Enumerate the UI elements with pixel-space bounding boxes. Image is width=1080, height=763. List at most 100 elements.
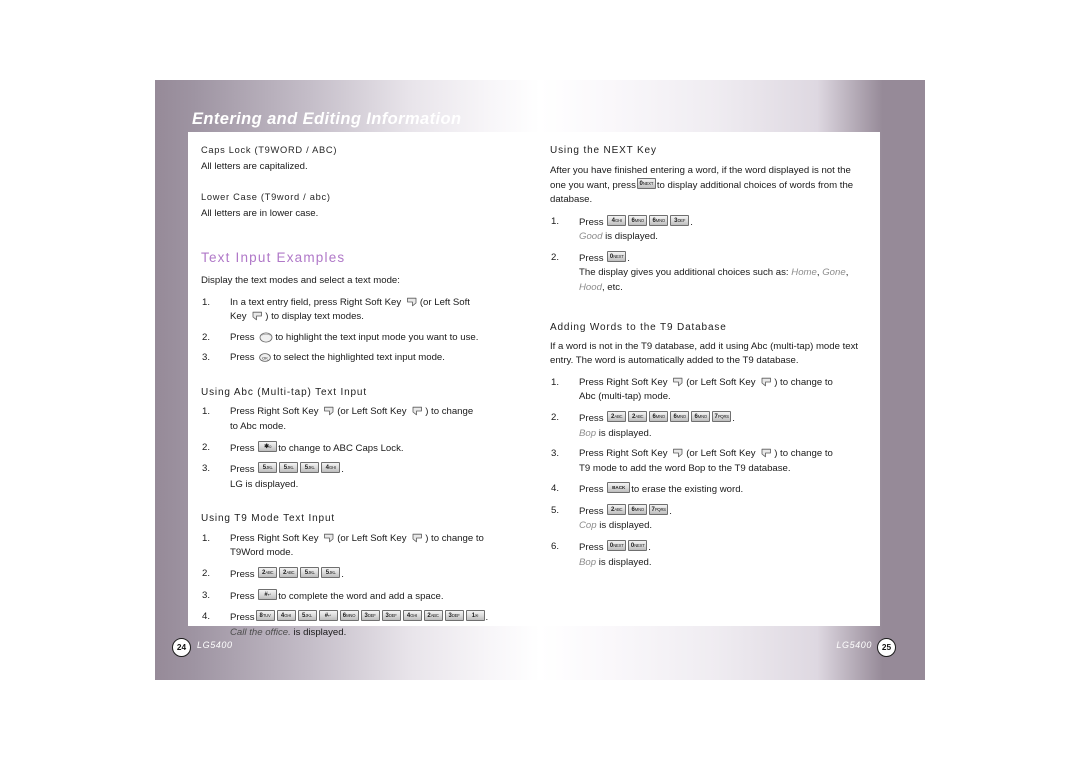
keycap-5: 5JKL <box>300 567 320 579</box>
page-canvas: Entering and Editing Information Caps Lo… <box>0 0 1080 763</box>
step-text: Press Right Soft Key <box>579 448 668 460</box>
result-tail: , etc. <box>601 281 623 293</box>
step-text: Press <box>230 569 255 581</box>
paragraph-line-3: database. <box>756 355 799 367</box>
step-number: 2. <box>551 412 560 423</box>
abc-multitap-heading: Using Abc (Multi-tap) Text Input <box>201 386 367 398</box>
result-rest: is displayed. <box>605 231 658 243</box>
step-result: Bop is displayed. <box>579 427 868 442</box>
left-soft-key-icon <box>251 311 263 321</box>
step-text: Press <box>230 442 255 454</box>
keycap-2: 2ABC <box>607 503 627 515</box>
manual-spread: Entering and Editing Information Caps Lo… <box>155 80 925 680</box>
list-item: 5. Press 2ABC 6MNO 7PQRS. Cop is displayed. <box>550 503 868 534</box>
step-text-3: ) to change to <box>425 532 484 544</box>
left-soft-key-icon <box>411 406 423 416</box>
keycap-6: 6MNO <box>691 411 711 422</box>
step-text-2: (or Left Soft Key <box>686 448 756 460</box>
navigation-key-icon <box>259 332 273 343</box>
step-text-3: ) to change to <box>774 448 833 460</box>
keycap-space: #↵ <box>258 588 278 600</box>
step-line-2: T9Word mode. <box>230 547 294 559</box>
step-number: 5. <box>551 504 560 516</box>
keycap-2: 2ABC <box>628 411 648 422</box>
step-number: 3. <box>202 463 211 475</box>
step-text: Press <box>579 413 604 424</box>
list-item: 1. Press Right Soft Key (or Left Soft Key… <box>550 376 868 405</box>
step-text: In a text entry field, press Right Soft … <box>230 296 402 308</box>
step-text: Press <box>579 484 604 496</box>
step-text-2: . <box>732 413 735 424</box>
keycap-0: 0NEXT <box>636 177 656 189</box>
step-text-2: . <box>627 252 630 264</box>
step-number: 3. <box>202 589 211 601</box>
result-word: Good <box>579 231 603 243</box>
t9-mode-heading: Using T9 Mode Text Input <box>201 513 335 525</box>
keycap-2: 2ABC <box>258 567 278 579</box>
right-soft-key-icon <box>672 377 684 387</box>
choice-word-2: Gone <box>822 267 846 279</box>
keycap-space: #↵ <box>318 610 338 622</box>
adding-words-steps: 1. Press Right Soft Key (or Left Soft Key… <box>550 376 868 570</box>
step-text: Press <box>230 331 255 343</box>
step-text-2: (or Left Soft Key <box>337 406 407 418</box>
step-text-3: ) to change to <box>774 376 833 388</box>
choice-word-3: Hood <box>579 281 602 293</box>
keycap-4: 4GHI <box>607 214 627 226</box>
keycap-5: 5JKL <box>300 462 320 474</box>
right-page-body: Using the NEXT Key After you have finish… <box>550 144 868 576</box>
step-text-2: (or Left Soft Key <box>686 376 756 388</box>
step-number: 1. <box>202 532 211 544</box>
right-soft-key-icon <box>672 448 684 458</box>
next-key-heading: Using the NEXT Key <box>550 145 657 156</box>
list-item: 3. Press Right Soft Key (or Left Soft Key… <box>550 447 868 476</box>
t9-mode-steps: 1. Press Right Soft Key (or Left Soft Key… <box>201 532 523 640</box>
list-item: 4. Press BACK to erase the existing word. <box>550 482 868 498</box>
step-number: 4. <box>551 483 560 495</box>
step-number: 1. <box>551 215 560 227</box>
choice-word-1: Home <box>791 267 817 279</box>
step-number: 1. <box>202 296 211 308</box>
next-key-steps: 1. Press 4GHI 6MNO 6MNO 3DEF. Good is displa… <box>550 214 868 296</box>
list-item: 1. Press Right Soft Key (or Left Soft Key… <box>201 405 523 434</box>
step-line-2: T9 mode to add the word Bop to the T9 da… <box>579 462 791 474</box>
page-number-badge: 24 <box>172 638 191 657</box>
step-number: 6. <box>551 541 560 553</box>
adding-words-heading: Adding Words to the T9 Database <box>550 321 727 333</box>
step-result: Cop is displayed. <box>579 519 868 534</box>
ok-key-icon: OK <box>259 353 272 363</box>
text-input-examples-heading: Text Input Examples <box>201 249 346 265</box>
step-text: Press <box>579 505 604 517</box>
keycap-2: 2ABC <box>279 567 299 579</box>
step-line-2: Key ) to display text modes. <box>230 310 523 325</box>
list-item: 2. Press 0NEXT. The display gives you add… <box>550 250 868 296</box>
keycap-back: BACK <box>607 482 631 494</box>
left-soft-key-icon <box>411 533 423 543</box>
keycap-7: 7PQRS <box>712 411 732 422</box>
list-item: 1. In a text entry field, press Right Sof… <box>201 296 523 325</box>
step-text: Press <box>230 464 255 476</box>
step-text-2: . <box>690 216 693 228</box>
left-page: Entering and Editing Information Caps Lo… <box>155 80 540 680</box>
page-number-badge: 25 <box>877 638 896 657</box>
result-word: Cop <box>579 520 597 532</box>
adding-words-paragraph: If a word is not in the T9 database, add… <box>550 340 868 369</box>
list-item: 3. Press 5JKL 5JKL 5JKL 4GHI. LG is displaye… <box>201 462 523 492</box>
keycap-6: 6MNO <box>339 610 359 622</box>
step-number: 3. <box>202 352 211 364</box>
paragraph-line-1: If a word is not in the T9 database, add… <box>550 341 814 353</box>
step-text-2: to change to ABC Caps Lock. <box>278 442 404 454</box>
right-soft-key-icon <box>323 406 335 416</box>
step-result: Bop is displayed. <box>579 556 868 571</box>
lower-case-heading: Lower Case (T9word / abc) <box>201 191 331 202</box>
step-text: Press Right Soft Key <box>579 376 668 388</box>
text-input-examples-intro: Display the text modes and select a text… <box>201 275 400 287</box>
next-key-paragraph: After you have finished entering a word,… <box>550 164 868 208</box>
model-name: LG5400 <box>197 640 233 650</box>
keycap-2: 2ABC <box>607 411 627 422</box>
step-line-2: to Abc mode. <box>230 421 286 433</box>
step-text-2: to erase the existing word. <box>631 484 744 496</box>
paragraph-line-1: After you have finished entering a word,… <box>550 164 810 176</box>
right-page-footer: LG5400 25 <box>540 626 925 680</box>
result-rest: is displayed. <box>599 520 653 532</box>
